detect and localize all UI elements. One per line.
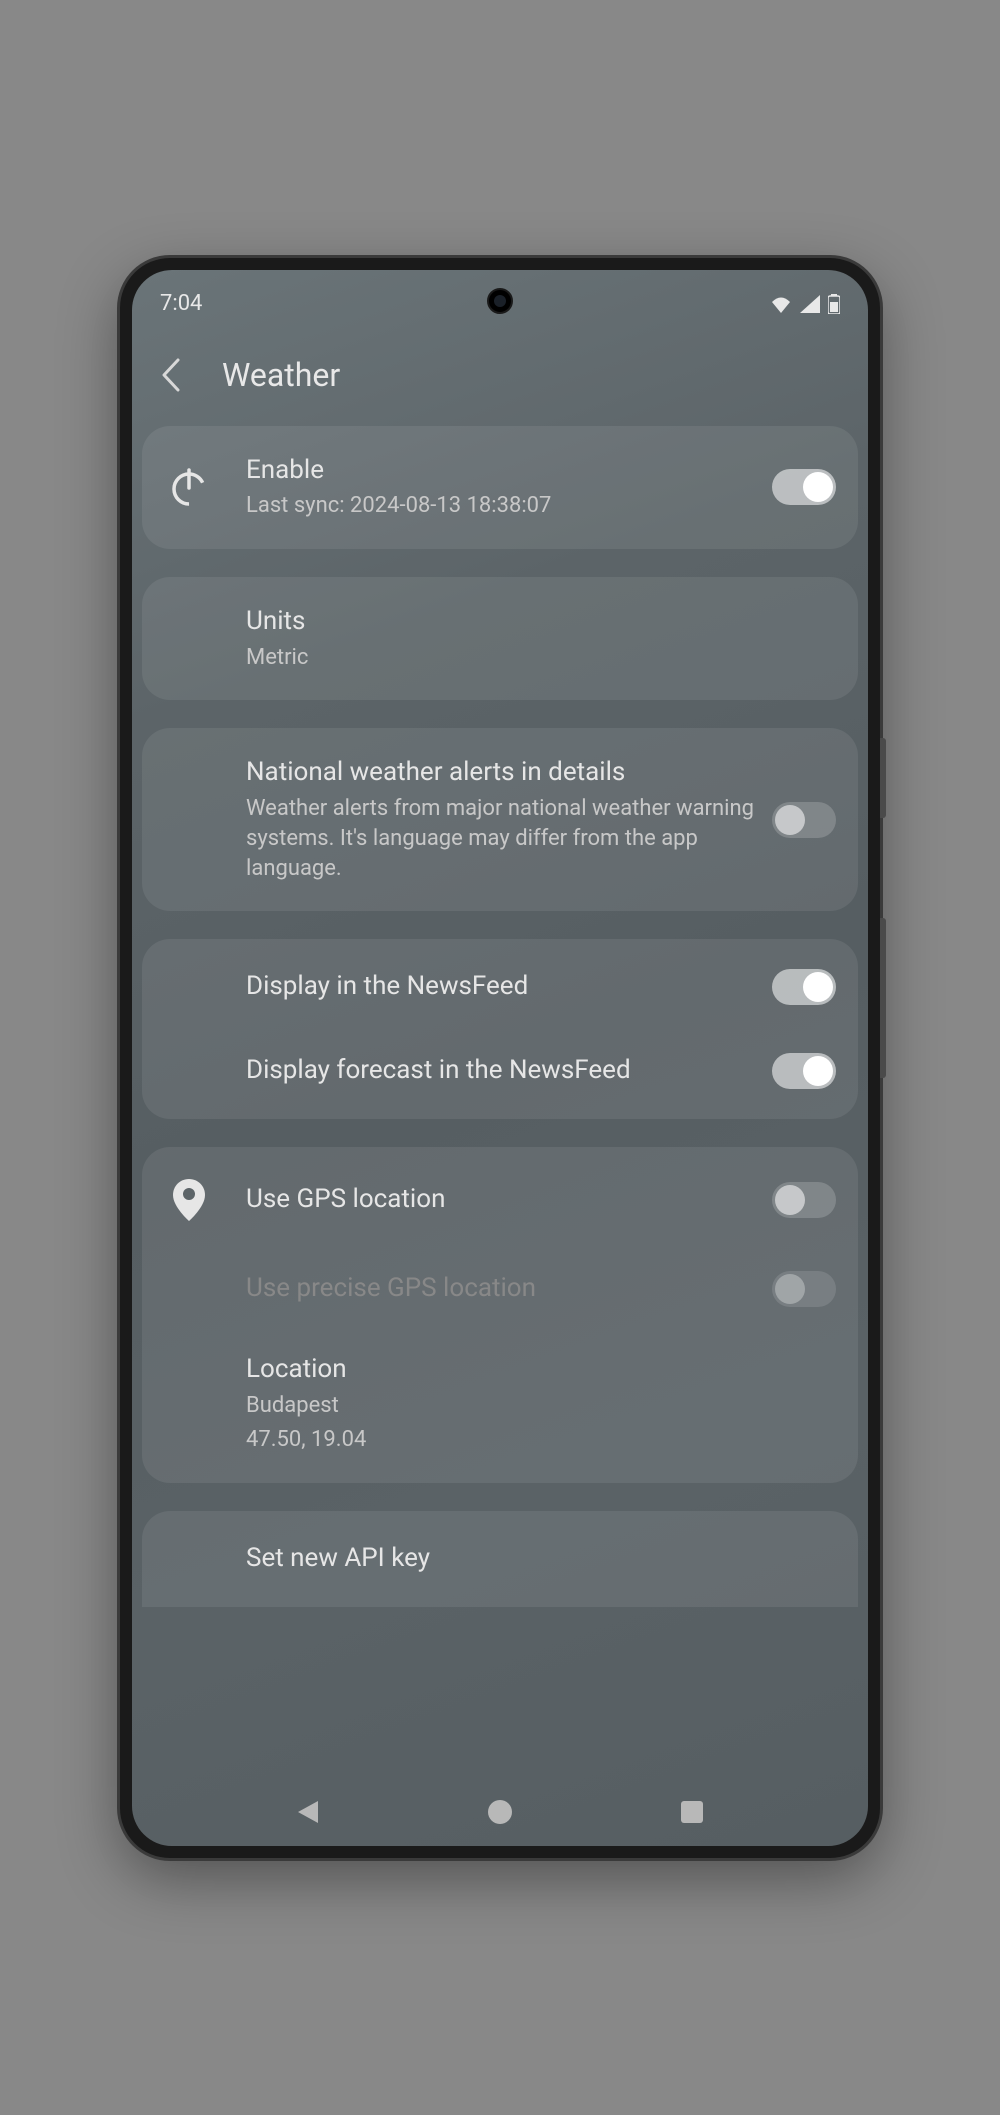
status-time: 7:04 [160, 291, 202, 316]
power-icon [164, 462, 214, 512]
nav-recent-icon [680, 1800, 704, 1824]
use-gps-toggle[interactable] [772, 1182, 836, 1218]
chevron-left-icon [158, 356, 184, 394]
enable-subtitle: Last sync: 2024-08-13 18:38:07 [246, 491, 756, 521]
signal-icon [800, 295, 820, 313]
location-pin-icon [164, 1175, 214, 1225]
units-value: Metric [246, 643, 836, 673]
enable-title: Enable [246, 454, 756, 488]
display-forecast-title: Display forecast in the NewsFeed [246, 1054, 756, 1088]
alerts-row[interactable]: National weather alerts in details Weath… [142, 734, 858, 905]
phone-frame: 7:04 Weather [120, 258, 880, 1858]
page-title: Weather [222, 356, 340, 394]
nav-home-icon [487, 1799, 513, 1825]
use-gps-row[interactable]: Use GPS location [142, 1153, 858, 1247]
display-newsfeed-title: Display in the NewsFeed [246, 970, 756, 1004]
navigation-bar [132, 1778, 868, 1846]
location-title: Location [246, 1353, 836, 1387]
screen: 7:04 Weather [132, 270, 868, 1846]
units-card: Units Metric [142, 577, 858, 700]
use-gps-title: Use GPS location [246, 1183, 756, 1217]
settings-content: Enable Last sync: 2024-08-13 18:38:07 Un… [132, 426, 868, 1607]
use-precise-gps-row: Use precise GPS location [142, 1247, 858, 1331]
header: Weather [132, 328, 868, 426]
nav-recent-button[interactable] [662, 1782, 722, 1842]
display-forecast-toggle[interactable] [772, 1053, 836, 1089]
use-precise-gps-toggle [772, 1271, 836, 1307]
status-icons [770, 294, 840, 314]
api-key-card: Set new API key [142, 1511, 858, 1607]
display-forecast-row[interactable]: Display forecast in the NewsFeed [142, 1029, 858, 1113]
alerts-subtitle: Weather alerts from major national weath… [246, 794, 756, 883]
alerts-toggle[interactable] [772, 802, 836, 838]
newsfeed-card: Display in the NewsFeed Display forecast… [142, 939, 858, 1119]
location-city: Budapest [246, 1391, 836, 1421]
units-row[interactable]: Units Metric [142, 583, 858, 694]
display-newsfeed-row[interactable]: Display in the NewsFeed [142, 945, 858, 1029]
api-key-row[interactable]: Set new API key [142, 1517, 858, 1601]
display-newsfeed-toggle[interactable] [772, 969, 836, 1005]
battery-icon [828, 294, 840, 314]
api-key-title: Set new API key [246, 1542, 836, 1576]
nav-back-icon [296, 1799, 320, 1825]
alerts-title: National weather alerts in details [246, 756, 756, 790]
phone-side-button [880, 738, 886, 818]
location-card: Use GPS location Use precise GPS locatio… [142, 1147, 858, 1482]
enable-row[interactable]: Enable Last sync: 2024-08-13 18:38:07 [142, 432, 858, 543]
units-title: Units [246, 605, 836, 639]
phone-side-button [880, 918, 886, 1078]
enable-toggle[interactable] [772, 469, 836, 505]
location-coords: 47.50, 19.04 [246, 1425, 836, 1455]
use-precise-gps-title: Use precise GPS location [246, 1272, 756, 1306]
nav-home-button[interactable] [470, 1782, 530, 1842]
camera-notch [487, 288, 513, 314]
back-button[interactable] [150, 348, 192, 402]
enable-card: Enable Last sync: 2024-08-13 18:38:07 [142, 426, 858, 549]
wifi-icon [770, 295, 792, 313]
nav-back-button[interactable] [278, 1782, 338, 1842]
alerts-card: National weather alerts in details Weath… [142, 728, 858, 911]
location-row[interactable]: Location Budapest 47.50, 19.04 [142, 1331, 858, 1476]
